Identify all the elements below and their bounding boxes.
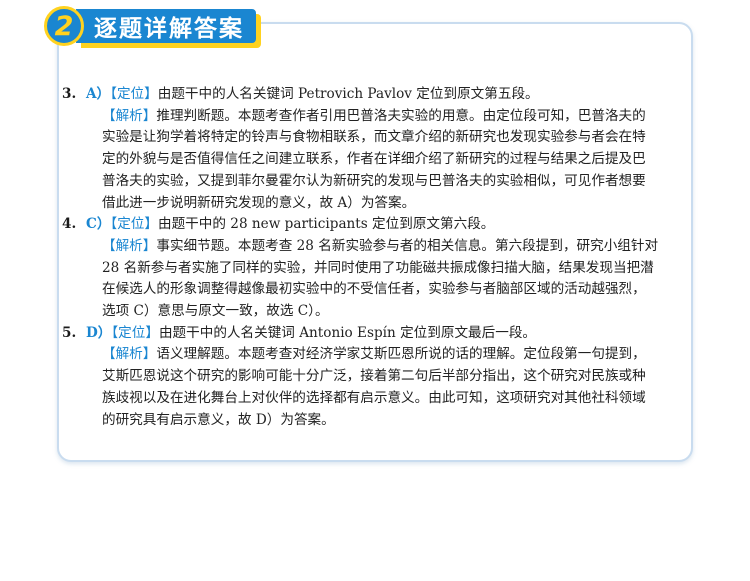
answer-choice: A）: [86, 86, 111, 102]
answer-list: 3. A）【定位】由题干中的人名关键词 Petrovich Pavlov 定位到…: [62, 84, 680, 431]
explain-text: 在候选人的形象调整得越像最初实验中的不受信任者，实验参与者脑部区域的活动越强烈，: [102, 281, 646, 298]
question-number: 3.: [62, 86, 77, 102]
section-title: 逐题详解答案: [76, 9, 256, 43]
explain-tag: 【解析】: [102, 237, 157, 254]
answer-choice: C）: [86, 216, 111, 233]
answer-choice: D）: [86, 324, 112, 341]
explain-text: 艾斯匹恩说这个研究的影响可能十分广泛，接着第二句后半部分指出，这个研究对民族或种: [102, 368, 646, 385]
explain-text: 推理判断题。本题考查作者引用巴普洛夫实验的用意。由定位段可知，巴普洛夫的: [156, 107, 646, 124]
locate-text: 由题干中的人名关键词 Petrovich Pavlov 定位到原文第五段。: [157, 86, 539, 102]
locate-line: A）【定位】由题干中的人名关键词 Petrovich Pavlov 定位到原文第…: [62, 84, 680, 106]
explain-line: 【解析】推理判断题。本题考查作者引用巴普洛夫实验的用意。由定位段可知，巴普洛夫的: [62, 106, 680, 128]
locate-text: 由题干中的 28 new participants 定位到原文第六段。: [158, 216, 495, 233]
question-number: 5.: [62, 324, 77, 341]
explain-text: 族歧视以及在进化舞台上对伙伴的选择都有启示意义。由此可知，这项研究对其他社科领域: [102, 389, 646, 406]
locate-tag: 【定位】: [110, 86, 158, 102]
explain-text: 普洛夫的实验，又提到菲尔曼霍尔认为新研究的发现与巴普洛夫的实验相似，可见作者想要: [102, 172, 646, 189]
answer-item-5: 5. D）【定位】由题干中的人名关键词 Antonio Espín 定位到原文最…: [62, 323, 680, 432]
section-number-badge: 2: [44, 6, 84, 46]
explain-text: 选项 C）意思与原文一致，故选 C）。: [102, 303, 329, 320]
explain-text: 定的外貌与是否值得信任之间建立联系，作者在详细介绍了新研究的过程与结果之后提及巴: [102, 151, 646, 168]
explain-text: 28 名新参与者实施了同样的实验，并同时使用了功能磁共振成像扫描大脑，结果发现当…: [102, 259, 654, 276]
explain-text: 借此进一步说明新研究发现的意义，故 A）为答案。: [102, 194, 416, 211]
explain-tag: 【解析】: [102, 346, 157, 363]
locate-tag: 【定位】: [110, 216, 158, 233]
question-number: 4.: [62, 216, 77, 233]
explain-line: 【解析】事实细节题。本题考查 28 名新实验参与者的相关信息。第六段提到，研究小…: [62, 236, 680, 258]
explain-line: 【解析】语义理解题。本题考查对经济学家艾斯匹恩所说的话的理解。定位段第一句提到，: [62, 344, 680, 366]
explain-tag: 【解析】: [102, 107, 157, 124]
locate-tag: 【定位】: [111, 324, 159, 341]
locate-line: D）【定位】由题干中的人名关键词 Antonio Espín 定位到原文最后一段…: [62, 323, 680, 345]
section-header: 2 逐题详解答案: [44, 6, 256, 46]
explain-text: 实验是让狗学着将特定的铃声与食物相联系，而文章介绍的新研究也发现实验参与者会在特: [102, 129, 646, 146]
explain-text: 事实细节题。本题考查 28 名新实验参与者的相关信息。第六段提到，研究小组针对: [156, 237, 659, 254]
locate-text: 由题干中的人名关键词 Antonio Espín 定位到原文最后一段。: [158, 324, 537, 341]
answer-item-3: 3. A）【定位】由题干中的人名关键词 Petrovich Pavlov 定位到…: [62, 84, 680, 214]
answer-item-4: 4. C）【定位】由题干中的 28 new participants 定位到原文…: [62, 214, 680, 323]
explain-text: 语义理解题。本题考查对经济学家艾斯匹恩所说的话的理解。定位段第一句提到，: [156, 346, 646, 363]
locate-line: C）【定位】由题干中的 28 new participants 定位到原文第六段…: [62, 214, 680, 236]
explain-text: 的研究具有启示意义，故 D）为答案。: [102, 411, 335, 428]
